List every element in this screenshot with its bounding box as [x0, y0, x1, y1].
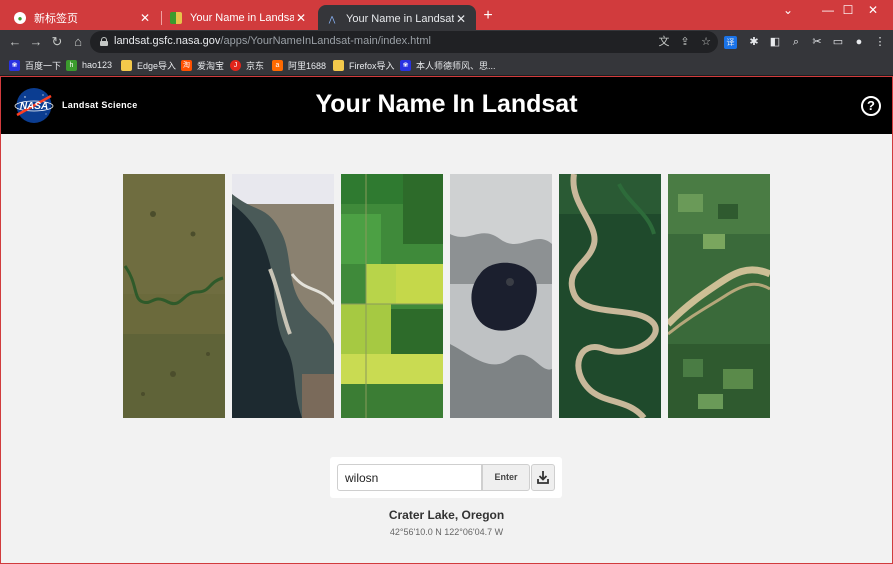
address-bar[interactable]: landsat.gsfc.nasa.gov/apps/YourNameInLan…: [90, 31, 718, 53]
letter-tile-o[interactable]: [450, 174, 552, 418]
letter-tile-i[interactable]: [232, 174, 334, 418]
tab-title: Your Name in Landsat: [190, 12, 294, 24]
url-text[interactable]: landsat.gsfc.nasa.gov/apps/YourNameInLan…: [114, 35, 431, 47]
tab-landsat-1[interactable]: Your Name in Landsat ✕: [162, 6, 316, 30]
letter-tiles: [123, 174, 770, 418]
share-icon[interactable]: ⇪: [677, 34, 693, 50]
landsat-icon: ⋀: [328, 14, 336, 24]
letter-tile-w[interactable]: [123, 174, 225, 418]
name-entry-panel: Enter: [330, 457, 562, 498]
letter-tile-s[interactable]: [559, 174, 661, 418]
browser-window: ● 新标签页 ✕ Your Name in Landsat ✕ ⋀ Your N…: [0, 0, 893, 564]
tab-new-tab[interactable]: ● 新标签页 ✕: [6, 6, 160, 30]
tab-title: Your Name in Landsat: [346, 13, 454, 25]
help-icon[interactable]: ?: [861, 96, 881, 116]
shield-icon: ●: [14, 12, 26, 24]
close-window-button[interactable]: ✕: [853, 0, 893, 20]
back-icon[interactable]: ←: [6, 33, 24, 51]
reload-icon[interactable]: ↻: [48, 33, 66, 51]
enter-button[interactable]: Enter: [482, 464, 530, 491]
letter-tile-l[interactable]: [341, 174, 443, 418]
bookmark-item[interactable]: Firefox导入: [333, 58, 395, 72]
bookmarks-bar: ❀ 百度一下 h hao123 Edge导入 淘 爱淘宝 J 京东 a 阿里16…: [0, 54, 893, 76]
location-name: Crater Lake, Oregon: [388, 508, 505, 522]
page-title: Your Name In Landsat: [315, 90, 578, 118]
cast-icon[interactable]: ▭: [830, 34, 846, 50]
bookmark-item[interactable]: J 京东: [230, 58, 264, 72]
menu-icon[interactable]: ⋮: [872, 34, 888, 50]
forward-icon[interactable]: →: [27, 33, 45, 51]
download-button[interactable]: [531, 464, 555, 491]
alibaba-icon: a: [272, 59, 283, 71]
window-collapse-button[interactable]: ⌄: [768, 0, 808, 20]
bookmark-item[interactable]: a 阿里1688: [272, 58, 326, 72]
bookmark-item[interactable]: Edge导入: [121, 58, 176, 72]
download-icon: [537, 471, 549, 484]
bookmark-item[interactable]: ❀ 本人师德师风、思...: [400, 58, 496, 72]
taobao-icon: 淘: [181, 59, 192, 71]
landsat-icon: [170, 12, 182, 24]
baidu-icon: ❀: [9, 59, 20, 71]
close-icon[interactable]: ✕: [454, 12, 468, 26]
star-icon[interactable]: ☆: [698, 34, 714, 50]
jd-icon: J: [230, 59, 241, 71]
search-icon[interactable]: ⌕: [788, 34, 804, 50]
browser-toolbar: ← → ↻ ⌂ landsat.gsfc.nasa.gov/apps/YourN…: [0, 30, 893, 54]
close-icon[interactable]: ✕: [294, 11, 308, 25]
page-content: NASA Landsat Science Your Name In Landsa…: [1, 77, 892, 563]
location-coordinates: 42°56'10.0 N 122°06'04.7 W: [389, 527, 504, 537]
name-input[interactable]: [337, 464, 482, 491]
translate-extension-icon[interactable]: 译: [724, 36, 737, 49]
baidu-icon: ❀: [400, 59, 411, 71]
hao123-icon: h: [66, 59, 77, 71]
bookmark-item[interactable]: ❀ 百度一下: [9, 58, 61, 72]
folder-icon: [333, 59, 344, 71]
translate-icon[interactable]: 文: [656, 34, 672, 50]
profile-icon[interactable]: ●: [851, 34, 867, 50]
extensions-icon[interactable]: ✱: [746, 34, 762, 50]
tab-title: 新标签页: [34, 13, 78, 25]
tab-landsat-active[interactable]: ⋀ Your Name in Landsat ✕: [318, 5, 476, 33]
sidepanel-icon[interactable]: ◧: [767, 34, 783, 50]
bookmark-item[interactable]: 淘 爱淘宝: [181, 58, 224, 72]
scissors-icon[interactable]: ✂: [809, 34, 825, 50]
home-icon[interactable]: ⌂: [69, 33, 87, 51]
letter-tile-n[interactable]: [668, 174, 770, 418]
folder-icon: [121, 59, 132, 71]
new-tab-button[interactable]: +: [480, 8, 496, 24]
bookmark-item[interactable]: h hao123: [66, 58, 112, 72]
tab-strip: ● 新标签页 ✕ Your Name in Landsat ✕ ⋀ Your N…: [0, 0, 893, 33]
site-header: NASA Landsat Science Your Name In Landsa…: [1, 77, 892, 134]
close-icon[interactable]: ✕: [138, 11, 152, 25]
lock-icon: [100, 37, 108, 46]
